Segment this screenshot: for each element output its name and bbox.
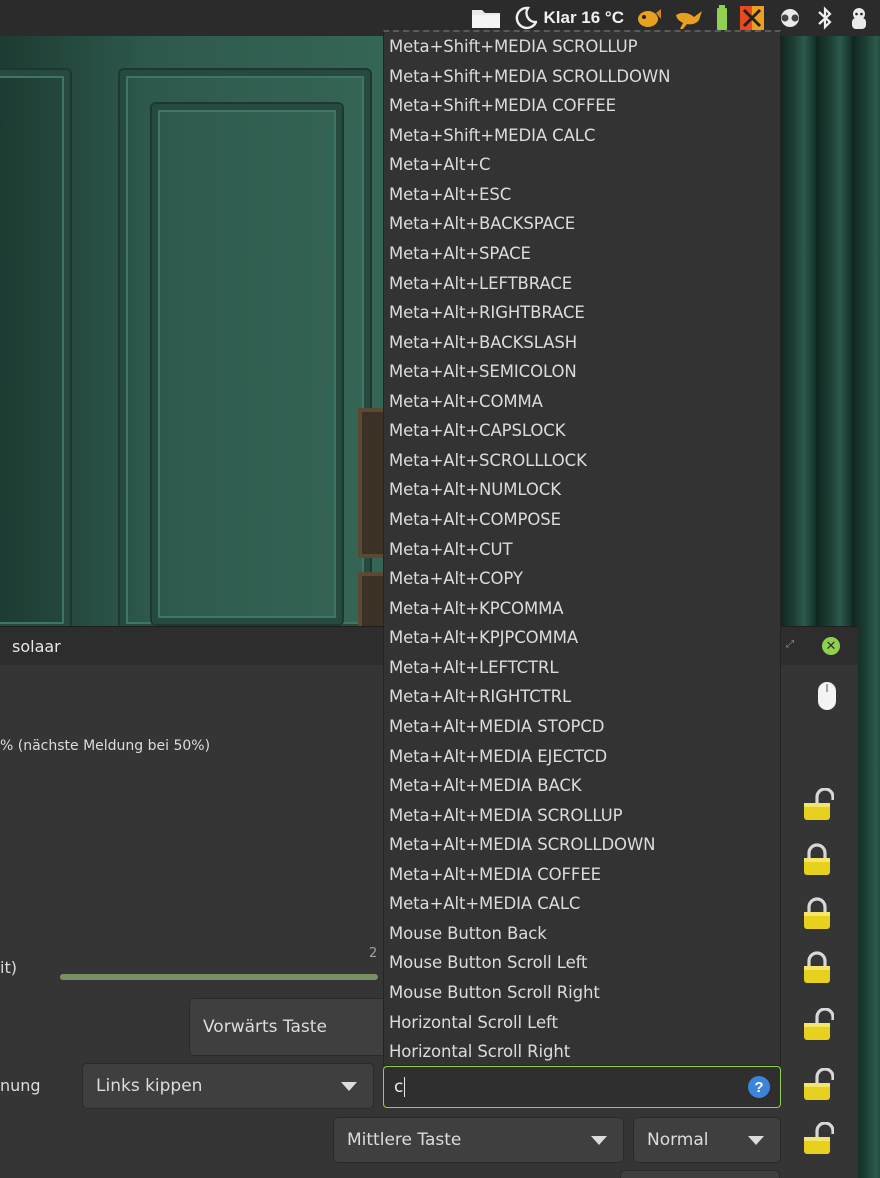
key-list-item[interactable]: Horizontal Scroll Right	[384, 1037, 780, 1065]
battery-status-text: % (nächste Meldung bei 50%)	[0, 738, 211, 754]
key-list-item[interactable]: Meta+Alt+BACKSLASH	[384, 328, 780, 358]
key-list-item[interactable]: Mouse Button Scroll Left	[384, 948, 780, 978]
key-list-item[interactable]: Meta+Alt+MEDIA SCROLLDOWN	[384, 830, 780, 860]
key-list-item[interactable]: Meta+Shift+MEDIA COFFEE	[384, 91, 780, 121]
key-list-item[interactable]: Meta+Alt+RIGHTCTRL	[384, 682, 780, 712]
partial-select[interactable]	[620, 1170, 780, 1178]
key-search-input[interactable]: c ?	[383, 1066, 781, 1108]
key-list-item[interactable]: Meta+Alt+ESC	[384, 180, 780, 210]
chevron-down-icon	[748, 1136, 764, 1145]
key-list-item[interactable]: Meta+Alt+CUT	[384, 535, 780, 565]
middle-button-select[interactable]: Mittlere Taste	[333, 1117, 624, 1163]
key-list-popup[interactable]: Meta+Shift+MEDIA SCROLLUP Meta+Shift+MEDI…	[383, 30, 781, 1066]
tilt-select[interactable]: Links kippen	[82, 1063, 374, 1109]
middle-button-select-label: Mittlere Taste	[347, 1130, 462, 1150]
key-list-item[interactable]: Meta+Alt+MEDIA COFFEE	[384, 860, 780, 890]
key-list-item[interactable]: Meta+Alt+COMMA	[384, 387, 780, 417]
forward-key-label: Vorwärts Taste	[203, 1017, 327, 1037]
wall-moulding	[0, 70, 70, 630]
lock-open-icon[interactable]	[800, 1121, 835, 1156]
lock-open-icon[interactable]	[800, 787, 835, 822]
setting-label: nung	[0, 1076, 41, 1095]
key-list: Meta+Shift+MEDIA SCROLLUP Meta+Shift+MEDI…	[384, 32, 780, 1065]
key-list-item[interactable]: Meta+Shift+MEDIA CALC	[384, 121, 780, 151]
key-list-item[interactable]: Mouse Button Back	[384, 919, 780, 949]
window-title: solaar	[12, 636, 61, 656]
mode-select[interactable]: Normal	[633, 1117, 781, 1163]
lock-closed-icon[interactable]	[800, 843, 834, 877]
wall-moulding	[152, 104, 342, 624]
key-list-item[interactable]: Meta+Alt+NUMLOCK	[384, 475, 780, 505]
key-list-item[interactable]: Meta+Alt+SPACE	[384, 239, 780, 269]
key-list-item[interactable]: Meta+Alt+C	[384, 150, 780, 180]
key-list-item[interactable]: Meta+Alt+SCROLLLOCK	[384, 446, 780, 476]
moon-icon	[516, 6, 538, 30]
weather-text: Klar 16 °C	[543, 8, 624, 27]
lock-closed-icon[interactable]	[800, 897, 834, 931]
key-list-item[interactable]: Meta+Alt+COMPOSE	[384, 505, 780, 535]
key-list-item[interactable]: Meta+Alt+SEMICOLON	[384, 357, 780, 387]
key-list-item[interactable]: Meta+Shift+MEDIA SCROLLDOWN	[384, 62, 780, 92]
help-icon[interactable]: ?	[748, 1076, 770, 1098]
key-list-item[interactable]: Meta+Alt+MEDIA CALC	[384, 889, 780, 919]
key-list-item[interactable]: Meta+Alt+MEDIA STOPCD	[384, 712, 780, 742]
key-list-item[interactable]: Meta+Alt+MEDIA BACK	[384, 771, 780, 801]
mouse-device-icon	[816, 680, 838, 716]
key-list-item[interactable]: Meta+Shift+MEDIA SCROLLUP	[384, 32, 780, 62]
key-list-item[interactable]: Meta+Alt+BACKSPACE	[384, 209, 780, 239]
setting-label: it)	[0, 958, 17, 977]
key-list-item[interactable]: Meta+Alt+COPY	[384, 564, 780, 594]
bluetooth-icon[interactable]	[816, 0, 834, 36]
key-list-item[interactable]: Meta+Alt+LEFTBRACE	[384, 269, 780, 299]
close-button[interactable]: ✕	[822, 637, 840, 655]
slider-track[interactable]	[60, 974, 378, 980]
mode-select-label: Normal	[647, 1130, 709, 1150]
key-list-item[interactable]: Meta+Alt+RIGHTBRACE	[384, 298, 780, 328]
key-list-item[interactable]: Meta+Alt+KPJPCOMMA	[384, 623, 780, 653]
lock-open-icon[interactable]	[800, 1067, 835, 1102]
key-list-item[interactable]: Meta+Alt+LEFTCTRL	[384, 653, 780, 683]
forward-key-button[interactable]: Vorwärts Taste	[189, 998, 389, 1056]
chevron-down-icon	[591, 1136, 607, 1145]
text-caret	[404, 1077, 406, 1097]
lock-closed-icon[interactable]	[800, 951, 834, 985]
key-list-item[interactable]: Meta+Alt+MEDIA EJECTCD	[384, 742, 780, 772]
system-menu-icon[interactable]	[846, 0, 872, 36]
key-list-item[interactable]: Meta+Alt+CAPSLOCK	[384, 416, 780, 446]
key-list-item[interactable]: Horizontal Scroll Left	[384, 1008, 780, 1038]
key-list-item[interactable]: Mouse Button Scroll Right	[384, 978, 780, 1008]
slider-value: 2	[369, 946, 378, 961]
key-list-item[interactable]: Meta+Alt+KPCOMMA	[384, 594, 780, 624]
key-search-value: c	[394, 1077, 404, 1097]
resize-icon[interactable]: ⤢	[786, 639, 794, 650]
tilt-select-label: Links kippen	[96, 1076, 203, 1096]
lock-open-icon[interactable]	[800, 1007, 835, 1042]
chevron-down-icon	[341, 1082, 357, 1091]
key-list-item[interactable]: Meta+Alt+MEDIA SCROLLUP	[384, 801, 780, 831]
